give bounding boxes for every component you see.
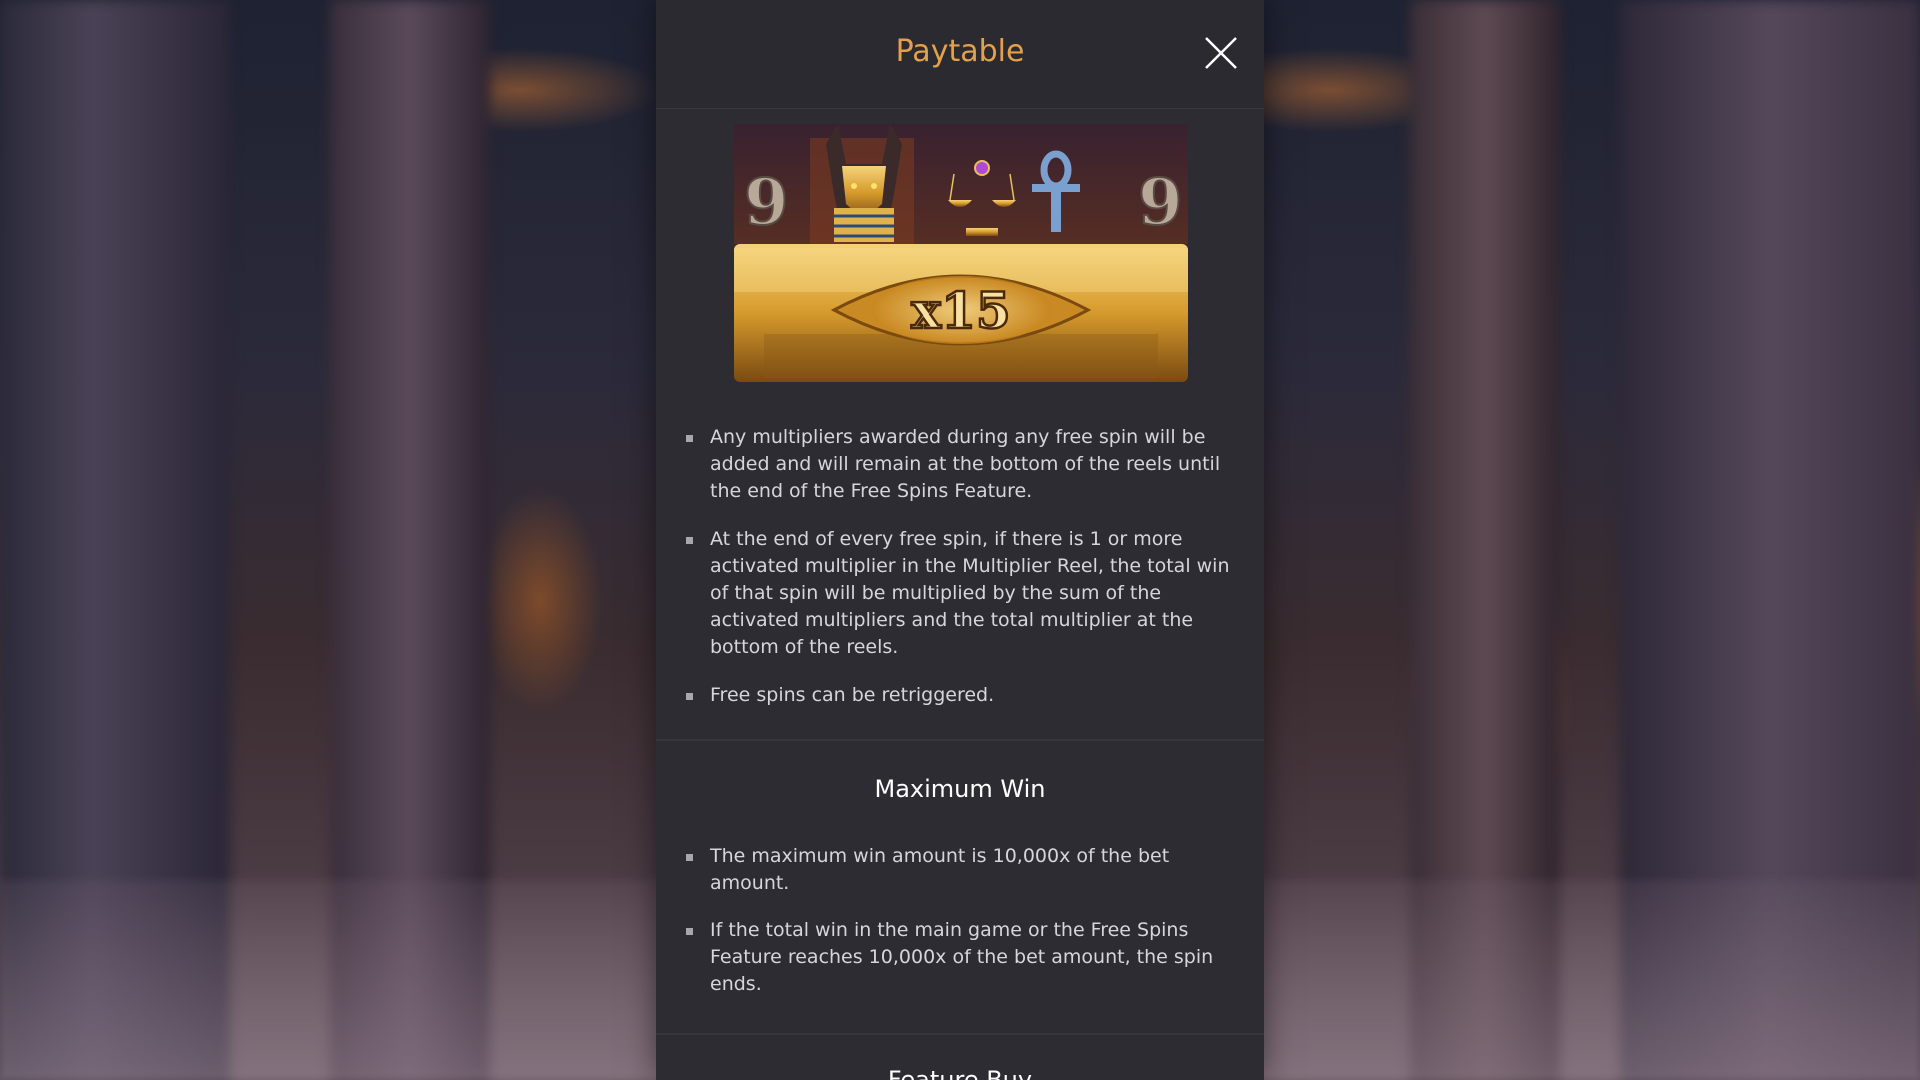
rule-text: The maximum win amount is 10,000x of the…: [710, 845, 1170, 894]
maximum-win-title: Maximum Win: [874, 775, 1046, 803]
bullet-square-icon: [686, 537, 693, 544]
paytable-title: Paytable: [895, 34, 1025, 69]
paytable-header: Paytable: [656, 0, 1264, 109]
list-item: The maximum win amount is 10,000x of the…: [684, 843, 1244, 897]
section-divider: [656, 1033, 1264, 1035]
list-item: At the end of every free spin, if there …: [684, 526, 1244, 661]
bullet-square-icon: [686, 693, 693, 700]
list-item: Free spins can be retriggered.: [684, 682, 1244, 709]
rule-text: If the total win in the main game or the…: [710, 919, 1214, 995]
section-divider: [656, 739, 1264, 741]
close-button[interactable]: [1204, 36, 1238, 70]
list-item: If the total win in the main game or the…: [684, 917, 1244, 998]
bullet-square-icon: [686, 435, 693, 442]
reel-symbol-nine: 9: [744, 165, 789, 240]
paytable-panel[interactable]: Paytable 9 9 x15 Any multipliers awarded…: [656, 0, 1264, 1080]
reel-symbol-nine: 9: [1138, 165, 1183, 240]
rule-text: Any multipliers awarded during any free …: [710, 426, 1221, 502]
feature-buy-title: Feature Buy: [887, 1066, 1033, 1080]
list-item: Any multipliers awarded during any free …: [684, 424, 1244, 505]
multiplier-label: x15: [911, 281, 1010, 340]
rule-text: At the end of every free spin, if there …: [710, 528, 1230, 658]
bullet-square-icon: [686, 854, 693, 861]
rule-text: Free spins can be retriggered.: [710, 684, 995, 706]
multiplier-reel-illustration: 9 9 x15: [734, 124, 1188, 382]
bullet-square-icon: [686, 928, 693, 935]
close-icon[interactable]: [1204, 36, 1238, 70]
maximum-win-rules-list: The maximum win amount is 10,000x of the…: [684, 843, 1244, 998]
free-spins-rules-list: Any multipliers awarded during any free …: [684, 424, 1244, 709]
